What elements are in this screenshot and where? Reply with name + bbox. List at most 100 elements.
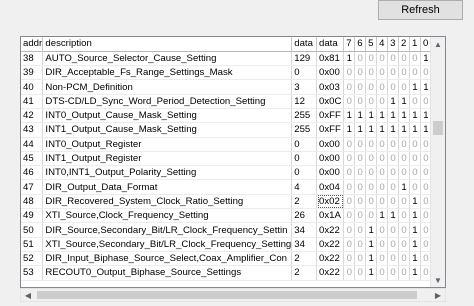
bit6-cell[interactable]: 0 bbox=[354, 137, 367, 152]
data-dec-cell[interactable]: 34 bbox=[291, 222, 318, 238]
bit6-cell[interactable]: 0 bbox=[354, 79, 367, 95]
bit6-cell[interactable]: 0 bbox=[354, 208, 367, 224]
table-row[interactable]: 42 INT0_Output_Cause_Mask_Setting 255 0xFF 1… bbox=[21, 108, 432, 124]
bit1-cell[interactable]: 0 bbox=[409, 51, 421, 67]
scroll-up-arrow-icon[interactable]: ▲ bbox=[431, 37, 445, 51]
bit1-cell[interactable]: 1 bbox=[409, 208, 421, 224]
bit1-cell[interactable]: 1 bbox=[409, 194, 421, 210]
bit5-cell[interactable]: 0 bbox=[365, 137, 378, 152]
bit1-cell[interactable]: 1 bbox=[409, 222, 421, 238]
bit4-cell[interactable]: 0 bbox=[376, 194, 389, 210]
bit3-header[interactable]: 3 bbox=[387, 37, 400, 52]
bit2-header[interactable]: 2 bbox=[398, 37, 410, 52]
data-dec-header[interactable]: data bbox=[291, 37, 318, 52]
bit7-cell[interactable]: 0 bbox=[343, 265, 356, 281]
bit7-cell[interactable]: 1 bbox=[343, 122, 356, 138]
data-dec-cell[interactable]: 0 bbox=[291, 65, 318, 81]
bit4-cell[interactable]: 0 bbox=[376, 179, 389, 195]
data-hex-cell[interactable]: 0x1A bbox=[316, 208, 345, 224]
bit1-cell[interactable]: 0 bbox=[409, 137, 421, 152]
bit4-cell[interactable]: 0 bbox=[376, 251, 389, 267]
data-dec-cell[interactable]: 0 bbox=[291, 151, 318, 167]
bit5-cell[interactable]: 0 bbox=[365, 179, 378, 195]
bit1-cell[interactable]: 1 bbox=[409, 79, 421, 95]
data-hex-cell[interactable]: 0x0C bbox=[316, 94, 345, 109]
bit2-cell[interactable]: 0 bbox=[398, 51, 410, 67]
addr-cell[interactable]: 39 bbox=[21, 65, 44, 81]
bit5-cell[interactable]: 1 bbox=[365, 237, 378, 252]
bit2-cell[interactable]: 0 bbox=[398, 79, 410, 95]
data-hex-cell[interactable]: 0x22 bbox=[316, 222, 345, 238]
bit1-cell[interactable]: 0 bbox=[409, 65, 421, 81]
data-dec-cell[interactable]: 3 bbox=[291, 79, 318, 95]
bit6-cell[interactable]: 0 bbox=[354, 65, 367, 81]
table-row[interactable]: 44 INT0_Output_Register 0 0x00 0 0 0 0 0 0 0 0 bbox=[21, 137, 432, 152]
horizontal-scrollbar[interactable]: ◀ ▶ bbox=[20, 288, 446, 302]
addr-cell[interactable]: 53 bbox=[21, 265, 44, 281]
data-hex-header[interactable]: data bbox=[316, 37, 345, 52]
bit5-cell[interactable]: 0 bbox=[365, 51, 378, 67]
bit6-cell[interactable]: 0 bbox=[354, 165, 367, 181]
bit5-cell[interactable]: 0 bbox=[365, 94, 378, 109]
data-hex-cell[interactable]: 0x22 bbox=[316, 251, 345, 267]
addr-cell[interactable]: 48 bbox=[21, 194, 44, 210]
data-hex-cell[interactable]: 0x00 bbox=[316, 151, 345, 167]
data-hex-cell[interactable]: 0x04 bbox=[316, 179, 345, 195]
data-dec-cell[interactable]: 2 bbox=[291, 265, 318, 281]
bit1-header[interactable]: 1 bbox=[409, 37, 421, 52]
description-cell[interactable]: INT1_Output_Cause_Mask_Setting bbox=[42, 122, 293, 138]
addr-cell[interactable]: 52 bbox=[21, 251, 44, 267]
addr-cell[interactable]: 43 bbox=[21, 122, 44, 138]
bit6-cell[interactable]: 1 bbox=[354, 122, 367, 138]
data-hex-cell[interactable]: 0xFF bbox=[316, 122, 345, 138]
bit6-header[interactable]: 6 bbox=[354, 37, 367, 52]
table-row[interactable]: 49 XTI_Source,Clock_Frequency_Setting 26 0x… bbox=[21, 208, 432, 224]
bit7-cell[interactable]: 1 bbox=[343, 108, 356, 124]
bit3-cell[interactable]: 0 bbox=[387, 251, 400, 267]
bit4-cell[interactable]: 0 bbox=[376, 94, 389, 109]
bit3-cell[interactable]: 0 bbox=[387, 65, 400, 81]
bit3-cell[interactable]: 1 bbox=[387, 108, 400, 124]
addr-cell[interactable]: 41 bbox=[21, 94, 44, 109]
data-hex-cell[interactable]: 0x22 bbox=[316, 265, 345, 281]
data-dec-cell[interactable]: 4 bbox=[291, 179, 318, 195]
bit4-cell[interactable]: 0 bbox=[376, 265, 389, 281]
bit1-cell[interactable]: 1 bbox=[409, 237, 421, 252]
bit3-cell[interactable]: 0 bbox=[387, 179, 400, 195]
bit1-cell[interactable]: 1 bbox=[409, 108, 421, 124]
bit7-cell[interactable]: 0 bbox=[343, 151, 356, 167]
table-row[interactable]: 53 RECOUT0_Output_Biphase_Source_Settings… bbox=[21, 265, 432, 281]
bit7-cell[interactable]: 0 bbox=[343, 194, 356, 210]
bit4-cell[interactable]: 0 bbox=[376, 65, 389, 81]
bit4-cell[interactable]: 1 bbox=[376, 122, 389, 138]
bit3-cell[interactable]: 0 bbox=[387, 265, 400, 281]
description-cell[interactable]: XTI_Source,Secondary_Bit/LR_Clock_Freque… bbox=[42, 237, 293, 252]
addr-cell[interactable]: 49 bbox=[21, 208, 44, 224]
bit5-cell[interactable]: 0 bbox=[365, 79, 378, 95]
bit2-cell[interactable]: 0 bbox=[398, 208, 410, 224]
bit4-cell[interactable]: 1 bbox=[376, 208, 389, 224]
bit5-cell[interactable]: 0 bbox=[365, 194, 378, 210]
data-dec-cell[interactable]: 0 bbox=[291, 137, 318, 152]
bit1-cell[interactable]: 1 bbox=[409, 265, 421, 281]
description-cell[interactable]: INT0,INT1_Output_Polarity_Setting bbox=[42, 165, 293, 181]
bit1-cell[interactable]: 0 bbox=[409, 179, 421, 195]
bit7-cell[interactable]: 0 bbox=[343, 79, 356, 95]
addr-cell[interactable]: 44 bbox=[21, 137, 44, 152]
bit2-cell[interactable]: 1 bbox=[398, 108, 410, 124]
description-cell[interactable]: INT0_Output_Register bbox=[42, 137, 293, 152]
data-dec-cell[interactable]: 2 bbox=[291, 251, 318, 267]
data-dec-cell[interactable]: 2 bbox=[291, 194, 318, 210]
bit6-cell[interactable]: 0 bbox=[354, 194, 367, 210]
description-cell[interactable]: RECOUT0_Output_Biphase_Source_Settings bbox=[42, 265, 293, 281]
table-row[interactable]: 45 INT1_Output_Register 0 0x00 0 0 0 0 0 0 0 0 bbox=[21, 151, 432, 167]
bit4-cell[interactable]: 0 bbox=[376, 222, 389, 238]
bit3-cell[interactable]: 0 bbox=[387, 222, 400, 238]
addr-cell[interactable]: 42 bbox=[21, 108, 44, 124]
addr-cell[interactable]: 40 bbox=[21, 79, 44, 95]
bit4-cell[interactable]: 0 bbox=[376, 237, 389, 252]
bit7-cell[interactable]: 0 bbox=[343, 65, 356, 81]
table-row[interactable]: 40 Non-PCM_Definition 3 0x03 0 0 0 0 0 0 1 1 bbox=[21, 79, 432, 95]
bit5-cell[interactable]: 1 bbox=[365, 122, 378, 138]
bit1-cell[interactable]: 0 bbox=[409, 165, 421, 181]
